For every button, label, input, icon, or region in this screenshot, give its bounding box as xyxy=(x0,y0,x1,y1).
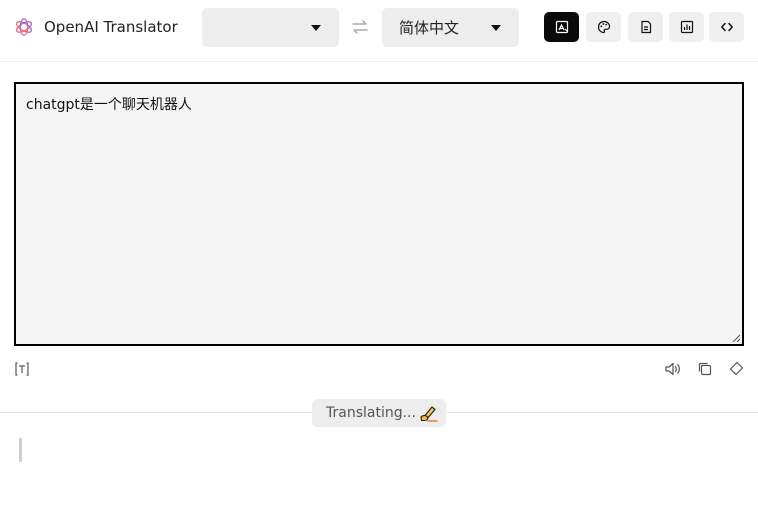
clear-button[interactable] xyxy=(727,360,745,378)
format-icon xyxy=(15,362,29,376)
target-language-value: 简体中文 xyxy=(399,19,460,37)
screenshot-translate-icon xyxy=(555,20,568,34)
chevron-down-icon xyxy=(491,24,501,31)
speak-button[interactable] xyxy=(664,360,682,378)
resize-grip-icon[interactable] xyxy=(730,332,741,343)
devtools-button[interactable] xyxy=(709,12,744,42)
palette-icon xyxy=(597,20,610,34)
openai-logo-icon xyxy=(15,18,33,36)
app-title: OpenAI Translator xyxy=(44,18,178,36)
speaker-icon xyxy=(665,362,680,376)
format-button[interactable] xyxy=(13,360,31,378)
vocabulary-button[interactable] xyxy=(628,12,663,42)
target-language-select[interactable]: 简体中文 xyxy=(382,8,519,47)
screenshot-translate-button[interactable] xyxy=(544,12,579,42)
bar-chart-icon xyxy=(680,20,693,34)
theme-button[interactable] xyxy=(586,12,621,42)
copy-icon xyxy=(698,362,712,376)
chevron-down-icon xyxy=(311,24,321,31)
source-text-input[interactable]: chatgpt是一个聊天机器人 xyxy=(14,82,744,346)
brand: OpenAI Translator xyxy=(13,16,178,38)
header: OpenAI Translator 简体中文 xyxy=(0,0,758,62)
eraser-icon xyxy=(729,361,744,376)
writing-hand-icon xyxy=(420,406,438,422)
status-text: Translating... xyxy=(326,405,416,421)
translating-status-badge: Translating... xyxy=(312,399,446,427)
stats-button[interactable] xyxy=(669,12,704,42)
source-language-select[interactable] xyxy=(202,8,339,47)
vocabulary-book-icon xyxy=(640,20,651,34)
output-placeholder-bar xyxy=(19,438,22,462)
code-brackets-icon xyxy=(720,22,733,32)
source-text-value: chatgpt是一个聊天机器人 xyxy=(26,97,192,113)
swap-arrows-icon[interactable] xyxy=(349,16,371,38)
copy-button[interactable] xyxy=(696,360,714,378)
